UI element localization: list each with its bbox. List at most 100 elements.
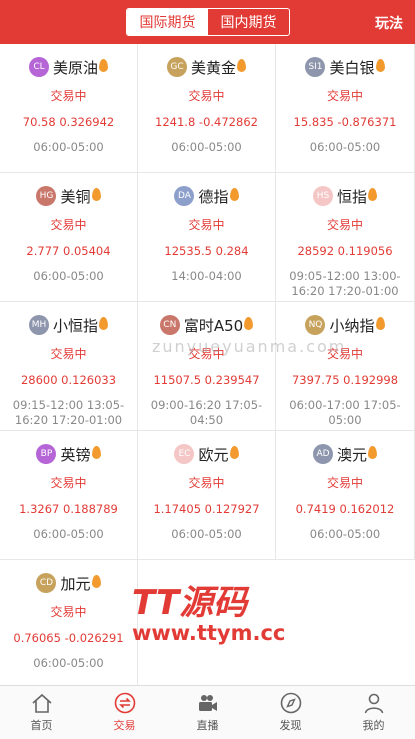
product-symbol-badge: BP <box>36 444 57 464</box>
trading-hours: 06:00-05:00 <box>33 656 104 670</box>
product-symbol-badge: HS <box>312 186 333 206</box>
product-card[interactable]: SI1 美白银交易中 15.835 -0.876371 06:00-05:00 <box>276 44 415 173</box>
product-symbol-badge: HG <box>36 186 57 206</box>
product-card[interactable]: CL 美原油 交易中 70.58 0.326942 06:00-05:00 <box>0 44 138 173</box>
hot-flame-icon <box>244 316 254 330</box>
trading-hours: 06:00-05:00 <box>171 527 242 541</box>
product-symbol-badge: NQ <box>305 315 326 335</box>
trading-hours: 06:00-17:00 17:05-05:00 <box>289 398 401 427</box>
tab-mine[interactable]: 我的 <box>332 686 415 739</box>
product-name: 澳元 <box>336 445 367 464</box>
product-card[interactable]: DA 德指 交易中 12535.5 0.284 14:00-04:00 <box>138 173 276 302</box>
trading-hours: 06:00-05:00 <box>309 527 381 541</box>
product-card[interactable]: EC 欧元交易中 1.17405 0.127927 06:00-05:00 <box>138 431 276 560</box>
trading-hours: 06:00-05:00 <box>171 140 242 154</box>
product-name-row: EC 欧元 <box>138 443 275 465</box>
bottom-tab-bar: 首页 交易 直播 发现 我的 <box>0 685 415 739</box>
trading-status: 交易中 <box>326 218 363 232</box>
product-name-row: MH 小恒指 <box>0 314 137 336</box>
product-name-row: BP 英镑 <box>0 443 137 465</box>
product-card[interactable]: HS 恒指 交易中 28592 0.119056 09:05-12:00 13:00-1… <box>276 173 415 302</box>
product-name-row: CD 加元 <box>0 572 137 594</box>
hot-flame-icon <box>237 58 246 72</box>
brand-watermark: TT源码 www.ttym.cc <box>132 585 285 645</box>
product-card[interactable]: AD 澳元 交易中 0.7419 0.162012 06:00-05:00 <box>276 431 415 560</box>
price-change: 1241.8 -0.472862 <box>155 115 258 129</box>
product-symbol-badge: SI1 <box>305 57 326 77</box>
hot-flame-icon <box>375 58 385 72</box>
price-change: 28600 0.126033 <box>20 373 117 387</box>
trading-status: 交易中 <box>188 89 225 103</box>
product-symbol-badge: EC <box>174 444 195 464</box>
product-symbol-badge: DA <box>174 186 195 206</box>
trading-status: 交易中 <box>326 89 363 103</box>
trading-hours: 06:00-05:00 <box>33 527 104 541</box>
tab-trade[interactable]: 交易 <box>83 686 166 739</box>
product-card[interactable]: GC 美黄金交易中 1241.8 -0.472862 06:00-05:00 <box>138 44 276 173</box>
hot-flame-icon <box>368 445 377 459</box>
product-name-row: AD 澳元 <box>276 443 414 465</box>
trading-hours: 06:00-05:00 <box>33 140 104 154</box>
product-card[interactable]: CN 富时A50 交易中 11507.5 0.239547 09:00-16:20 17… <box>138 302 276 431</box>
product-card[interactable]: NQ 小纳指 交易中 7397.75 0.192998 06:00-17:00 17:0… <box>276 302 415 431</box>
price-change: 70.58 0.326942 <box>22 115 115 129</box>
trading-status: 交易中 <box>188 476 225 490</box>
product-name-row: NQ 小纳指 <box>276 314 414 336</box>
tab-discover[interactable]: 发现 <box>249 686 332 739</box>
exchange-icon <box>114 692 135 714</box>
tab-trade-label: 交易 <box>113 719 136 732</box>
product-symbol-badge: CL <box>28 57 49 77</box>
tab-domestic-futures[interactable]: 国内期货 <box>208 9 289 35</box>
watermark-text: zunyueyuanma.com <box>152 337 347 356</box>
product-name: 美铜 <box>60 187 91 206</box>
product-symbol-badge: CD <box>36 573 57 593</box>
trading-status: 交易中 <box>50 347 87 361</box>
product-name-row: DA 德指 <box>138 185 275 207</box>
product-name-row: HG 美铜 <box>0 185 137 207</box>
product-name: 小恒指 <box>52 316 98 335</box>
product-name: 美黄金 <box>190 58 236 77</box>
product-name-row: CN 富时A50 <box>138 314 275 336</box>
price-change: 2.777 0.05404 <box>26 244 111 258</box>
hot-flame-icon <box>91 574 101 588</box>
price-change: 7397.75 0.192998 <box>291 373 399 387</box>
product-symbol-badge: CN <box>159 315 180 335</box>
price-change: 11507.5 0.239547 <box>153 373 260 387</box>
camera-icon <box>198 695 217 711</box>
compass-icon <box>280 692 301 714</box>
product-card[interactable]: CD 加元 交易中 0.76065 -0.026291 06:00-05:00 <box>0 560 138 689</box>
rules-link[interactable]: 玩法 <box>375 13 403 33</box>
product-card[interactable]: BP 英镑交易中 1.3267 0.188789 06:00-05:00 <box>0 431 138 560</box>
hot-flame-icon <box>99 316 108 330</box>
empty-cell <box>276 560 415 689</box>
product-name: 英镑 <box>60 445 91 464</box>
brand-url: www.ttym.cc <box>132 621 286 645</box>
product-name: 欧元 <box>198 445 229 464</box>
product-name: 加元 <box>60 574 91 593</box>
product-symbol-badge: GC <box>166 57 187 77</box>
tab-discover-label: 发现 <box>279 719 302 732</box>
hot-flame-icon <box>229 445 239 459</box>
product-card[interactable]: MH 小恒指 交易中 28600 0.126033 09:15-12:00 13:05-… <box>0 302 138 431</box>
product-name: 美原油 <box>52 58 98 77</box>
home-icon <box>31 693 52 713</box>
price-change: 1.17405 0.127927 <box>153 502 260 516</box>
trading-status: 交易中 <box>50 476 87 490</box>
product-name: 美白银 <box>329 58 375 77</box>
tab-mine-label: 我的 <box>362 719 385 732</box>
tab-live[interactable]: 直播 <box>166 686 249 739</box>
brand-logo: TT源码 <box>132 583 248 623</box>
price-change: 1.3267 0.188789 <box>19 502 118 516</box>
trading-hours: 09:05-12:00 13:00-16:20 17:20-01:00 <box>289 269 401 298</box>
trading-hours: 06:00-05:00 <box>309 140 381 154</box>
price-change: 15.835 -0.876371 <box>293 115 397 129</box>
tab-international-futures[interactable]: 国际期货 <box>127 9 208 35</box>
tab-home[interactable]: 首页 <box>0 686 83 739</box>
hot-flame-icon <box>99 58 108 72</box>
product-name: 德指 <box>198 187 229 206</box>
user-icon <box>364 693 383 714</box>
product-symbol-badge: MH <box>28 315 49 335</box>
product-name-row: CL 美原油 <box>0 56 137 78</box>
price-change: 0.76065 -0.026291 <box>13 631 124 645</box>
product-card[interactable]: HG 美铜 交易中 2.777 0.05404 06:00-05:00 <box>0 173 138 302</box>
